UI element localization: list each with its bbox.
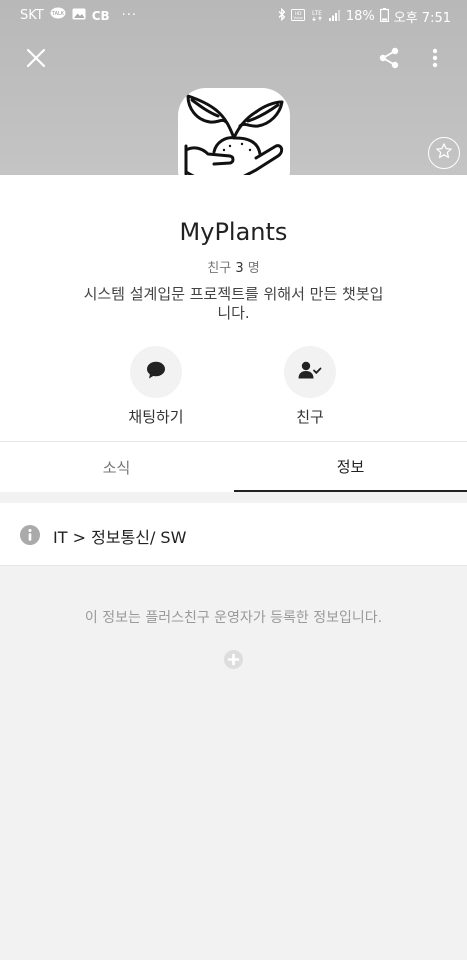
plus-friend-icon xyxy=(224,650,243,673)
friend-button-circle[interactable] xyxy=(284,346,336,398)
signal-icon xyxy=(328,9,341,25)
category-text: IT > 정보통신/ SW xyxy=(53,528,187,547)
friend-count: 친구 3 명 xyxy=(0,257,467,276)
friends-label: 친구 xyxy=(207,261,232,276)
person-check-icon xyxy=(298,361,322,383)
favorite-button[interactable] xyxy=(428,137,460,169)
close-icon xyxy=(26,48,46,72)
svg-text:LTE: LTE xyxy=(312,10,322,17)
chat-button-label: 채팅하기 xyxy=(128,408,184,426)
chat-bubble-icon xyxy=(146,361,166,383)
more-vertical-icon xyxy=(432,48,438,72)
share-icon xyxy=(379,47,399,73)
battery-icon xyxy=(379,7,389,26)
lte-icon: LTE xyxy=(310,9,324,25)
talk-icon: TALK xyxy=(50,7,66,24)
battery-percent: 18% xyxy=(345,9,375,24)
more-notifications: ··· xyxy=(121,8,138,23)
clock: 오후 7:51 xyxy=(393,11,451,26)
gallery-icon xyxy=(72,8,86,24)
svg-text:TALK: TALK xyxy=(51,11,65,17)
category-row: IT > 정보통신/ SW xyxy=(0,503,467,566)
tab-info[interactable]: 정보 xyxy=(234,442,467,492)
friend-button[interactable]: 친구 xyxy=(255,346,365,427)
star-icon xyxy=(435,142,453,164)
status-bar: SKT TALK CB ··· HD Voice LTE 18% 오후 7:51 xyxy=(0,0,467,30)
friends-count: 3 xyxy=(235,261,244,276)
bluetooth-icon xyxy=(278,7,286,25)
cb-label: CB xyxy=(91,8,110,23)
friend-button-label: 친구 xyxy=(296,408,324,426)
svg-text:Voice: Voice xyxy=(293,16,302,20)
volte-icon: HD Voice xyxy=(290,8,305,25)
carrier-label: SKT xyxy=(20,8,44,23)
info-notice: 이 정보는 플러스친구 운영자가 등록한 정보입니다. xyxy=(84,610,383,626)
tab-news[interactable]: 소식 xyxy=(0,442,233,492)
profile-description: 시스템 설계입문 프로젝트를 위해서 만든 챗봇입니다. xyxy=(83,285,384,322)
info-icon xyxy=(20,525,40,549)
close-button[interactable] xyxy=(20,44,52,76)
friends-unit: 명 xyxy=(247,261,260,276)
share-button[interactable] xyxy=(373,44,405,76)
chat-button[interactable]: 채팅하기 xyxy=(101,346,211,427)
chat-button-circle[interactable] xyxy=(130,346,182,398)
more-menu-button[interactable] xyxy=(419,44,451,76)
profile-name: MyPlants xyxy=(179,218,288,246)
